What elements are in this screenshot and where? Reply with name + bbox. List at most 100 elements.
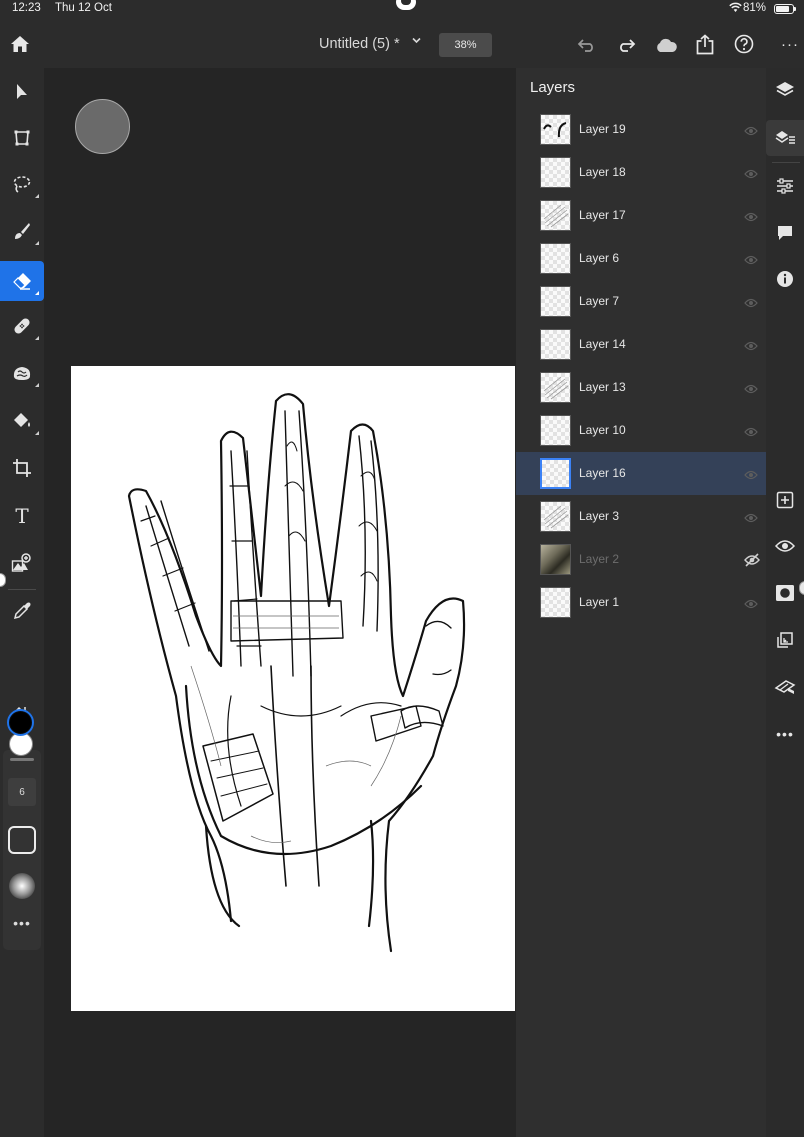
visibility-eye-icon[interactable] — [744, 209, 758, 222]
more-icon[interactable]: ••• — [3, 915, 41, 931]
layer-row[interactable]: Layer 13 — [516, 366, 766, 409]
layer-name: Layer 10 — [579, 423, 626, 437]
hand-anatomy-illustration — [127, 393, 466, 953]
healing-tool[interactable] — [0, 306, 44, 346]
layer-thumbnail — [540, 458, 571, 489]
layer-row[interactable]: Layer 18 — [516, 151, 766, 194]
visibility-eye-icon[interactable] — [744, 467, 758, 480]
visibility-eye-icon[interactable] — [744, 123, 758, 136]
transform-tool[interactable] — [0, 118, 44, 158]
layer-name: Layer 17 — [579, 208, 626, 222]
clipping-mask-icon[interactable] — [766, 622, 804, 658]
layer-row[interactable]: Layer 19 — [516, 108, 766, 151]
more-icon[interactable]: ••• — [766, 716, 804, 752]
eraser-tool[interactable] — [0, 261, 44, 301]
layer-name: Layer 3 — [579, 509, 620, 523]
layer-thumbnail — [540, 329, 571, 360]
right-properties-rail: ••• — [766, 68, 804, 1137]
layer-thumbnail — [540, 200, 571, 231]
home-icon[interactable] — [9, 33, 31, 55]
layer-name: Layer 18 — [579, 165, 626, 179]
info-icon[interactable] — [766, 261, 804, 297]
layer-name: Layer 2 — [579, 552, 620, 566]
layers-panel: Layers Layer 19 Layer 18 Layer 17 Layer 6 La… — [516, 68, 766, 1137]
edge-handle-right[interactable] — [799, 581, 804, 595]
tool-options-corner-icon — [35, 431, 39, 435]
layer-row[interactable]: Layer 6 — [516, 237, 766, 280]
adjustments-icon[interactable] — [766, 168, 804, 204]
tool-options-corner-icon — [35, 383, 39, 387]
layer-row[interactable]: Layer 7 — [516, 280, 766, 323]
layer-properties-icon[interactable] — [766, 120, 804, 156]
tool-options-corner-icon — [35, 336, 39, 340]
redo-icon[interactable] — [615, 34, 637, 56]
comments-icon[interactable] — [766, 215, 804, 251]
top-app-bar: Untitled (5) * 38% ··· — [0, 18, 804, 68]
crop-tool[interactable] — [0, 448, 44, 488]
mask-icon[interactable] — [766, 575, 804, 611]
visibility-eye-icon[interactable] — [744, 510, 758, 523]
visibility-eye-icon[interactable] — [744, 295, 758, 308]
battery-percent: 81% — [743, 2, 767, 14]
layer-name: Layer 14 — [579, 337, 626, 351]
rail-separator — [772, 162, 800, 163]
layer-thumbnail — [540, 415, 571, 446]
lasso-tool[interactable] — [0, 164, 44, 204]
layer-thumbnail — [540, 544, 571, 575]
visibility-eye-icon[interactable] — [744, 424, 758, 437]
status-bar: 12:23 Thu 12 Oct 81% — [0, 0, 804, 18]
place-image-tool[interactable] — [0, 543, 44, 583]
layer-name: Layer 16 — [579, 466, 626, 480]
left-toolbar: T 6 ••• — [0, 68, 44, 1137]
tool-options-corner-icon — [35, 194, 39, 198]
clone-stamp-tool[interactable] — [0, 353, 44, 393]
status-time: 12:23 — [12, 2, 41, 14]
layer-name: Layer 7 — [579, 294, 620, 308]
brush-panel-handle[interactable] — [10, 758, 34, 761]
layers-icon[interactable] — [766, 72, 804, 108]
foreground-color-swatch[interactable] — [7, 709, 34, 736]
canvas-artboard[interactable] — [71, 366, 515, 1011]
layer-name: Layer 1 — [579, 595, 620, 609]
brush-hardness-button[interactable] — [9, 873, 35, 899]
layer-name: Layer 13 — [579, 380, 626, 394]
undo-icon[interactable] — [576, 34, 598, 56]
visibility-eye-icon[interactable] — [744, 381, 758, 394]
chevron-down-icon[interactable] — [412, 36, 421, 47]
more-icon[interactable]: ··· — [779, 33, 801, 55]
layer-name: Layer 6 — [579, 251, 620, 265]
layer-row[interactable]: Layer 2 — [516, 538, 766, 581]
document-title[interactable]: Untitled (5) * — [319, 36, 400, 52]
cloud-icon[interactable] — [653, 34, 679, 56]
visibility-icon[interactable] — [766, 528, 804, 564]
visibility-eye-icon[interactable] — [744, 338, 758, 351]
visibility-eye-icon[interactable] — [744, 252, 758, 265]
brush-tip-shape-button[interactable] — [8, 826, 36, 854]
share-icon[interactable] — [694, 32, 716, 56]
layer-eraser-icon[interactable] — [766, 669, 804, 705]
photoshop-ipad-app: 12:23 Thu 12 Oct 81% Untitled (5) * 38% — [0, 0, 804, 1137]
brush-size-button[interactable]: 6 — [8, 778, 36, 806]
layer-thumbnail — [540, 501, 571, 532]
battery-icon — [774, 4, 796, 14]
layer-row[interactable]: Layer 14 — [516, 323, 766, 366]
toolbar-separator — [8, 589, 36, 590]
visibility-eye-icon[interactable] — [744, 596, 758, 609]
layer-row[interactable]: Layer 3 — [516, 495, 766, 538]
status-date: Thu 12 Oct — [55, 2, 112, 14]
help-icon[interactable] — [733, 33, 755, 55]
eyedropper-tool[interactable] — [0, 591, 44, 631]
layer-row[interactable]: Layer 17 — [516, 194, 766, 237]
layer-row[interactable]: Layer 16 — [516, 452, 766, 495]
layer-row[interactable]: Layer 10 — [516, 409, 766, 452]
visibility-hidden-icon[interactable] — [744, 553, 760, 567]
layer-row[interactable]: Layer 1 — [516, 581, 766, 624]
fill-tool[interactable] — [0, 401, 44, 441]
brush-tool[interactable] — [0, 211, 44, 251]
type-tool[interactable]: T — [0, 496, 44, 536]
add-layer-icon[interactable] — [766, 482, 804, 518]
select-tool[interactable] — [0, 72, 44, 112]
visibility-eye-icon[interactable] — [744, 166, 758, 179]
layer-name: Layer 19 — [579, 122, 626, 136]
zoom-level-button[interactable]: 38% — [439, 33, 492, 57]
